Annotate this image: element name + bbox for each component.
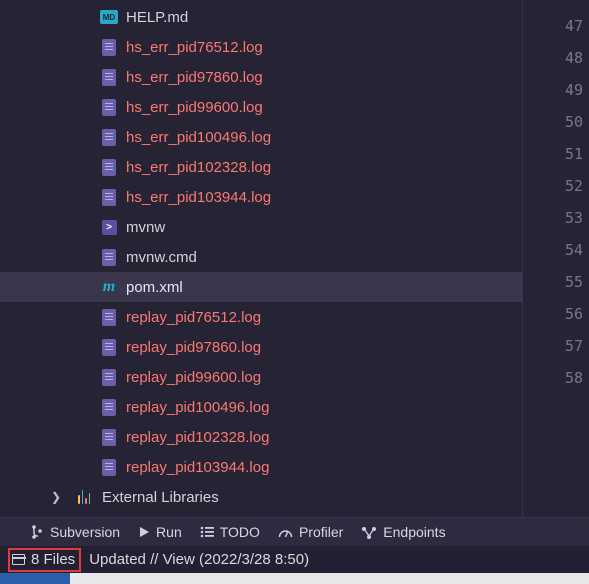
toolwin-label: Endpoints [383,524,445,540]
scrollbar-track[interactable] [70,573,589,584]
status-bar: 8 Files Updated // View (2022/3/28 8:50) [0,546,589,573]
text-file-icon [100,68,118,86]
toolwin-label: Subversion [50,524,120,540]
toolwin-label: Profiler [299,524,343,540]
text-file-icon [100,38,118,56]
external-libraries-icon [76,488,94,506]
play-icon [138,526,150,538]
text-file-icon [100,368,118,386]
text-file-icon [100,128,118,146]
shell-file-icon: > [100,218,118,236]
text-file-icon [100,428,118,446]
tree-file-row[interactable]: replay_pid76512.log [0,302,522,332]
text-file-icon [100,158,118,176]
project-tree[interactable]: MD HELP.md hs_err_pid76512.log hs_err_pid97… [0,0,522,517]
tree-file-label: replay_pid97860.log [126,339,261,356]
branch-icon [30,525,44,539]
tree-file-row[interactable]: mvnw.cmd [0,242,522,272]
line-number: 56 [523,298,589,330]
status-files-count[interactable]: 8 Files [8,548,81,572]
line-number: 51 [523,138,589,170]
tree-external-libraries[interactable]: ❯ External Libraries [0,482,522,512]
text-file-icon [100,458,118,476]
line-number: 50 [523,106,589,138]
line-number: 52 [523,170,589,202]
toolwin-label: TODO [220,524,260,540]
scrollbar-thumb[interactable] [0,573,70,584]
tree-file-row[interactable]: replay_pid103944.log [0,452,522,482]
editor-gutter: 474849505152535455565758 [522,0,589,517]
line-number: 55 [523,266,589,298]
line-number: 53 [523,202,589,234]
toolwin-label: Run [156,524,182,540]
tree-file-label: hs_err_pid100496.log [126,129,271,146]
tree-file-row[interactable]: MD HELP.md [0,2,522,32]
maven-file-icon: m [100,278,118,296]
toolwin-profiler[interactable]: Profiler [278,524,343,540]
tree-file-row[interactable]: hs_err_pid99600.log [0,92,522,122]
tree-file-row[interactable]: replay_pid97860.log [0,332,522,362]
tree-file-label: hs_err_pid103944.log [126,189,271,206]
tool-window-bar: Subversion Run TODO Profiler Endpoints [0,517,589,546]
line-number: 47 [523,10,589,42]
tree-file-row[interactable]: hs_err_pid102328.log [0,152,522,182]
line-number [523,394,589,410]
chevron-right-icon: ❯ [50,490,62,504]
line-number: 49 [523,74,589,106]
tree-file-row[interactable]: hs_err_pid76512.log [0,32,522,62]
tree-file-row[interactable]: replay_pid99600.log [0,362,522,392]
tree-file-label: hs_err_pid102328.log [126,159,271,176]
line-number: 57 [523,330,589,362]
tree-file-label: mvnw.cmd [126,249,197,266]
text-file-icon [100,398,118,416]
main-split: MD HELP.md hs_err_pid76512.log hs_err_pid97… [0,0,589,517]
toolwin-todo[interactable]: TODO [200,524,260,540]
text-file-icon [100,338,118,356]
tree-file-row[interactable]: hs_err_pid100496.log [0,122,522,152]
project-tree-panel: MD HELP.md hs_err_pid76512.log hs_err_pid97… [0,0,522,517]
tree-file-label: hs_err_pid76512.log [126,39,263,56]
tree-file-label: replay_pid99600.log [126,369,261,386]
text-file-icon [100,248,118,266]
markdown-file-icon: MD [100,8,118,26]
tree-file-label: hs_err_pid99600.log [126,99,263,116]
horizontal-scrollbar[interactable] [0,573,589,584]
toolwin-endpoints[interactable]: Endpoints [361,524,445,540]
text-file-icon [100,98,118,116]
endpoints-icon [361,526,377,539]
toolwin-subversion[interactable]: Subversion [30,524,120,540]
status-message: Updated // View (2022/3/28 8:50) [89,551,309,568]
tree-file-row[interactable]: m pom.xml [0,272,522,302]
tree-file-row[interactable]: hs_err_pid103944.log [0,182,522,212]
toolwin-run[interactable]: Run [138,524,182,540]
status-files-label: 8 Files [31,551,75,568]
line-number: 58 [523,362,589,394]
tree-file-row[interactable]: hs_err_pid97860.log [0,62,522,92]
gauge-icon [278,526,293,539]
line-number: 54 [523,234,589,266]
line-number: 48 [523,42,589,74]
tree-file-label: replay_pid76512.log [126,309,261,326]
tree-file-label: mvnw [126,219,165,236]
tree-file-label: HELP.md [126,9,188,26]
text-file-icon [100,308,118,326]
tree-file-row[interactable]: replay_pid100496.log [0,392,522,422]
tree-file-label: hs_err_pid97860.log [126,69,263,86]
tree-file-label: replay_pid102328.log [126,429,269,446]
tree-file-row[interactable]: replay_pid102328.log [0,422,522,452]
text-file-icon [100,188,118,206]
list-icon [200,526,214,538]
tree-file-row[interactable]: > mvnw [0,212,522,242]
tree-file-label: pom.xml [126,279,183,296]
window-icon [12,554,25,565]
tree-file-label: External Libraries [102,489,219,506]
tree-file-label: replay_pid100496.log [126,399,269,416]
tree-file-label: replay_pid103944.log [126,459,269,476]
